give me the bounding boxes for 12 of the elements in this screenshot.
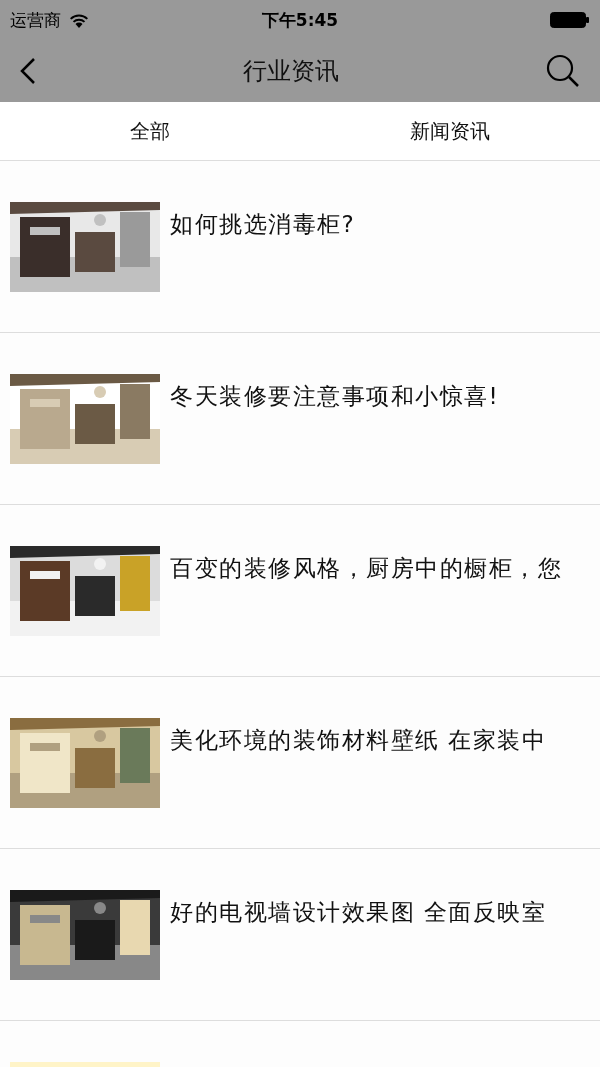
- page-title: 行业资讯: [243, 56, 339, 87]
- wifi-icon: [69, 12, 89, 28]
- clock-time: 下午5:45: [261, 8, 339, 32]
- back-icon[interactable]: [20, 57, 36, 85]
- article-title: 好的电视墙设计效果图 全面反映室: [170, 897, 547, 927]
- article-title: 冬天装修要注意事项和小惊喜!: [170, 381, 500, 411]
- battery-icon: [550, 12, 590, 28]
- article-title: 美化环境的装饰材料壁纸 在家装中: [170, 725, 547, 755]
- article-title: 如何挑选消毒柜?: [170, 209, 356, 239]
- carrier-name: 运营商: [10, 8, 61, 32]
- search-icon[interactable]: [546, 54, 580, 88]
- article-title: 百变的装修风格，厨房中的橱柜，您: [170, 553, 562, 583]
